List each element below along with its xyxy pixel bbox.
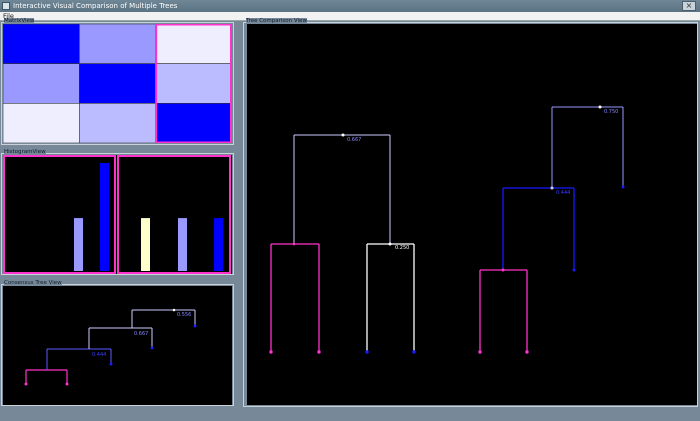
- tree-leaf: [572, 268, 576, 272]
- consensus-leaf: [109, 362, 113, 366]
- tree-leaf: [525, 350, 529, 354]
- histogram-bar[interactable]: [74, 218, 83, 271]
- consensus-node-label: 0.444: [92, 352, 106, 358]
- consensus-leaf: [193, 324, 197, 328]
- tree-node-label: 0.250: [395, 245, 409, 251]
- tree-leaf: [269, 350, 273, 354]
- histogram-bar[interactable]: [214, 218, 223, 271]
- close-button[interactable]: ×: [682, 1, 696, 11]
- matrix-cell[interactable]: [155, 24, 232, 64]
- matrix-cell[interactable]: [79, 103, 156, 143]
- consensus-node-label: 0.556: [177, 312, 191, 318]
- matrix-cell[interactable]: [3, 103, 80, 143]
- matrix-view-group: MatrixView: [1, 18, 234, 145]
- tree-leaf: [621, 185, 625, 189]
- histogram-svg: [3, 155, 231, 274]
- matrix-cell[interactable]: [155, 103, 232, 143]
- matrix-cell[interactable]: [155, 63, 232, 104]
- tree-node: [341, 133, 345, 137]
- matrix-cell[interactable]: [79, 24, 156, 64]
- tree-leaf: [365, 350, 369, 354]
- tree-node-label: 0.667: [347, 137, 361, 143]
- tree-comparison-svg: 0.667 0.250 0.750 0.444: [269, 105, 625, 354]
- histogram-view-group: HistogramView: [1, 149, 234, 275]
- consensus-leaf: [150, 346, 154, 350]
- consensus-tree-svg: 0.444 0.667 0.556: [24, 308, 197, 386]
- consensus-node-label: 0.667: [134, 331, 148, 337]
- consensus-tree-view[interactable]: 0.444 0.667 0.556: [3, 286, 232, 405]
- tree-leaf: [317, 350, 321, 354]
- title-bar: Interactive Visual Comparison of Multipl…: [0, 0, 700, 12]
- window-title: Interactive Visual Comparison of Multipl…: [13, 2, 178, 10]
- tree-leaf: [478, 350, 482, 354]
- matrix-cell[interactable]: [3, 24, 80, 64]
- matrix-cell[interactable]: [3, 63, 80, 104]
- histogram-bar[interactable]: [178, 218, 187, 271]
- tree-node: [388, 242, 392, 246]
- histogram-view[interactable]: [3, 155, 232, 274]
- histogram-panel[interactable]: [117, 155, 231, 274]
- histogram-panel[interactable]: [3, 155, 116, 274]
- tree-node: [598, 105, 602, 109]
- tree-leaf: [412, 350, 416, 354]
- histogram-bar[interactable]: [141, 218, 150, 271]
- matrix-cell[interactable]: [79, 63, 156, 104]
- tree-node: [550, 186, 554, 190]
- tree-node-label: 0.750: [604, 109, 618, 115]
- matrix-svg: [3, 24, 232, 143]
- app-icon: [2, 2, 10, 10]
- matrix-view[interactable]: [3, 24, 232, 143]
- tree-node: [501, 268, 505, 272]
- tree-node-label: 0.444: [556, 190, 570, 196]
- consensus-leaf: [65, 382, 69, 386]
- tree-comparison-view-group: Tree Comparison View 0.667 0.250 0.750 0…: [243, 18, 698, 407]
- menu-bar: File: [0, 12, 700, 21]
- histogram-bar[interactable]: [100, 163, 109, 271]
- tree-comparison-view[interactable]: 0.667 0.250 0.750 0.444: [247, 24, 697, 405]
- consensus-node: [172, 308, 176, 312]
- consensus-tree-view-group: Consensus Tree View 0.444 0.667 0.556: [1, 280, 234, 406]
- tree-node: [292, 242, 296, 246]
- consensus-leaf: [24, 382, 28, 386]
